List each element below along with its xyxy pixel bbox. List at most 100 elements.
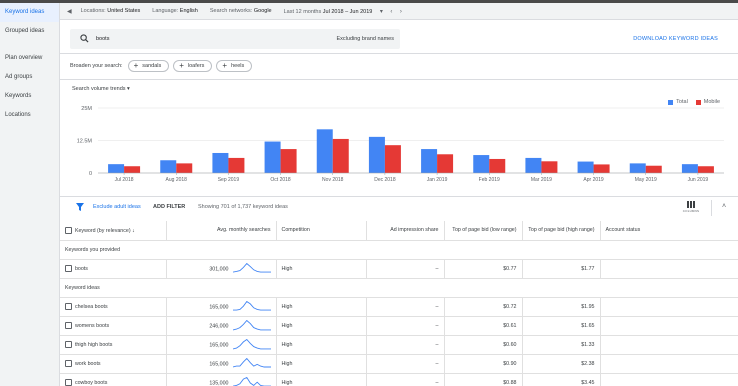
x-tick-label: Apr 2019 (583, 177, 604, 183)
bar-mobile[interactable] (593, 164, 610, 173)
search-keyword-text[interactable]: boots (96, 36, 109, 42)
language-label: Language: (152, 8, 179, 14)
row-checkbox[interactable] (65, 303, 72, 310)
bid-high-cell: $2.38 (522, 354, 601, 374)
chevron-up-icon[interactable]: ˄ (722, 203, 726, 210)
download-keyword-ideas-button[interactable]: DOWNLOAD KEYWORD IDEAS (633, 36, 718, 42)
bar-total[interactable] (368, 136, 385, 173)
keyword-search-box[interactable]: boots Excluding brand names (70, 29, 400, 49)
bar-mobile[interactable] (228, 157, 245, 173)
collapse-sidebar-icon[interactable]: ◀ (67, 8, 72, 15)
brand-exclusion-toggle[interactable]: Excluding brand names (337, 36, 394, 42)
sidebar-item-plan-overview[interactable]: Plan overview (0, 49, 59, 68)
bar-total[interactable] (577, 161, 594, 173)
bar-total[interactable] (473, 155, 490, 173)
keyword-text[interactable]: boots (75, 266, 88, 272)
bid-low-cell: $0.60 (444, 335, 523, 355)
language-setting[interactable]: Language: English (152, 8, 198, 14)
competition-column-header[interactable]: Competition (276, 221, 367, 241)
table-row[interactable]: chelsea boots 165,000 High – $0.72 $1.95 (60, 297, 738, 317)
bid-low-cell: $0.72 (444, 297, 523, 317)
bar-total[interactable] (264, 141, 281, 173)
exclude-adult-ideas-link[interactable]: Exclude adult ideas (93, 204, 141, 210)
toolbar-separator (711, 200, 712, 216)
main-panel: ◀ Locations: United States Language: Eng… (60, 3, 738, 386)
sidebar-item-keywords[interactable]: Keywords (0, 87, 59, 106)
searches-cell: 135,000 (166, 373, 277, 386)
row-checkbox[interactable] (65, 360, 72, 367)
table-row[interactable]: thigh high boots 165,000 High – $0.60 $1.33 (60, 335, 738, 355)
x-tick-label: Aug 2018 (166, 177, 188, 183)
bar-total[interactable] (316, 129, 333, 173)
bid-high-cell: $1.33 (522, 335, 601, 355)
bar-total[interactable] (212, 152, 229, 173)
bar-mobile[interactable] (384, 145, 401, 173)
broaden-chip-heels[interactable]: + heels (216, 60, 253, 72)
bar-total[interactable] (421, 149, 438, 173)
keyword-text[interactable]: chelsea boots (75, 304, 108, 310)
bar-total[interactable] (629, 163, 646, 173)
bid-low-cell: $0.77 (444, 259, 523, 279)
keyword-text[interactable]: work boots (75, 361, 101, 367)
dropdown-arrow-icon: ▾ (127, 86, 130, 92)
sidebar-item-ad-groups[interactable]: Ad groups (0, 68, 59, 87)
bid-high-column-header[interactable]: Top of page bid (high range) (522, 221, 601, 241)
bar-mobile[interactable] (124, 166, 141, 173)
keyword-text[interactable]: womens boots (75, 323, 109, 329)
search-volume-trends-dropdown[interactable]: Search volume trends ▾ (72, 86, 130, 92)
bar-mobile[interactable] (541, 161, 558, 173)
row-checkbox[interactable] (65, 322, 72, 329)
row-checkbox[interactable] (65, 341, 72, 348)
impression-cell: – (366, 259, 445, 279)
bar-total[interactable] (108, 164, 125, 173)
table-row[interactable]: womens boots 246,000 High – $0.61 $1.65 (60, 316, 738, 336)
bar-mobile[interactable] (332, 138, 349, 173)
networks-setting[interactable]: Search networks: Google (210, 8, 272, 14)
bar-mobile[interactable] (280, 149, 297, 173)
previous-period-icon[interactable]: ‹ (390, 9, 392, 15)
row-checkbox[interactable] (65, 379, 72, 386)
locations-label: Locations: (80, 8, 106, 14)
impression-column-header[interactable]: Ad impression share (366, 221, 445, 241)
sidebar-item-locations[interactable]: Locations (0, 106, 59, 125)
table-row[interactable]: work boots 165,000 High – $0.90 $2.38 (60, 354, 738, 374)
columns-icon (687, 201, 695, 208)
account-status-cell (600, 297, 738, 317)
dropdown-arrow-icon[interactable]: ▾ (380, 9, 383, 15)
add-filter-button[interactable]: ADD FILTER (153, 204, 185, 210)
select-all-checkbox[interactable] (65, 226, 72, 234)
columns-button[interactable]: COLUMNS (680, 201, 702, 214)
bar-total[interactable] (160, 160, 177, 173)
trends-label: Search volume trends (72, 86, 126, 92)
broaden-chip-loafers[interactable]: + loafers (173, 60, 213, 72)
date-range-setting[interactable]: Last 12 months Jul 2018 – Jun 2019 ▾ ‹ › (284, 8, 402, 15)
keyword-text[interactable]: thigh high boots (75, 342, 112, 348)
sidebar-item-keyword-ideas[interactable]: Keyword ideas (0, 3, 59, 22)
searches-column-header[interactable]: Avg. monthly searches (166, 221, 277, 241)
bar-total[interactable] (525, 157, 542, 173)
keyword-column-header[interactable]: Keyword (by relevance) ↓ (60, 221, 167, 241)
bid-low-column-header[interactable]: Top of page bid (low range) (444, 221, 523, 241)
account-status-column-header[interactable]: Account status (600, 221, 738, 241)
sidebar-item-grouped-ideas[interactable]: Grouped ideas (0, 22, 59, 41)
bar-mobile[interactable] (645, 165, 662, 173)
bar-total[interactable] (681, 164, 698, 173)
bar-mobile[interactable] (489, 158, 506, 173)
impression-cell: – (366, 297, 445, 317)
impression-cell: – (366, 335, 445, 355)
competition-cell: High (276, 297, 367, 317)
table-row[interactable]: boots 301,000 High – $0.77 $1.77 (60, 259, 738, 279)
filter-icon[interactable] (76, 203, 84, 211)
trend-sparkline (232, 357, 271, 367)
bar-mobile[interactable] (176, 163, 193, 173)
row-checkbox[interactable] (65, 265, 72, 272)
bar-mobile[interactable] (697, 166, 714, 173)
next-period-icon[interactable]: › (400, 9, 402, 15)
locations-setting[interactable]: Locations: United States (81, 8, 141, 14)
broaden-chip-sandals[interactable]: + sandals (127, 60, 170, 72)
bid-high-cell: $1.77 (522, 259, 601, 279)
table-row[interactable]: cowboy boots 135,000 High – $0.88 $3.45 (60, 373, 738, 386)
keyword-text[interactable]: cowboy boots (75, 380, 107, 386)
section-label: Keyword ideas (60, 278, 738, 298)
bar-mobile[interactable] (437, 154, 454, 173)
